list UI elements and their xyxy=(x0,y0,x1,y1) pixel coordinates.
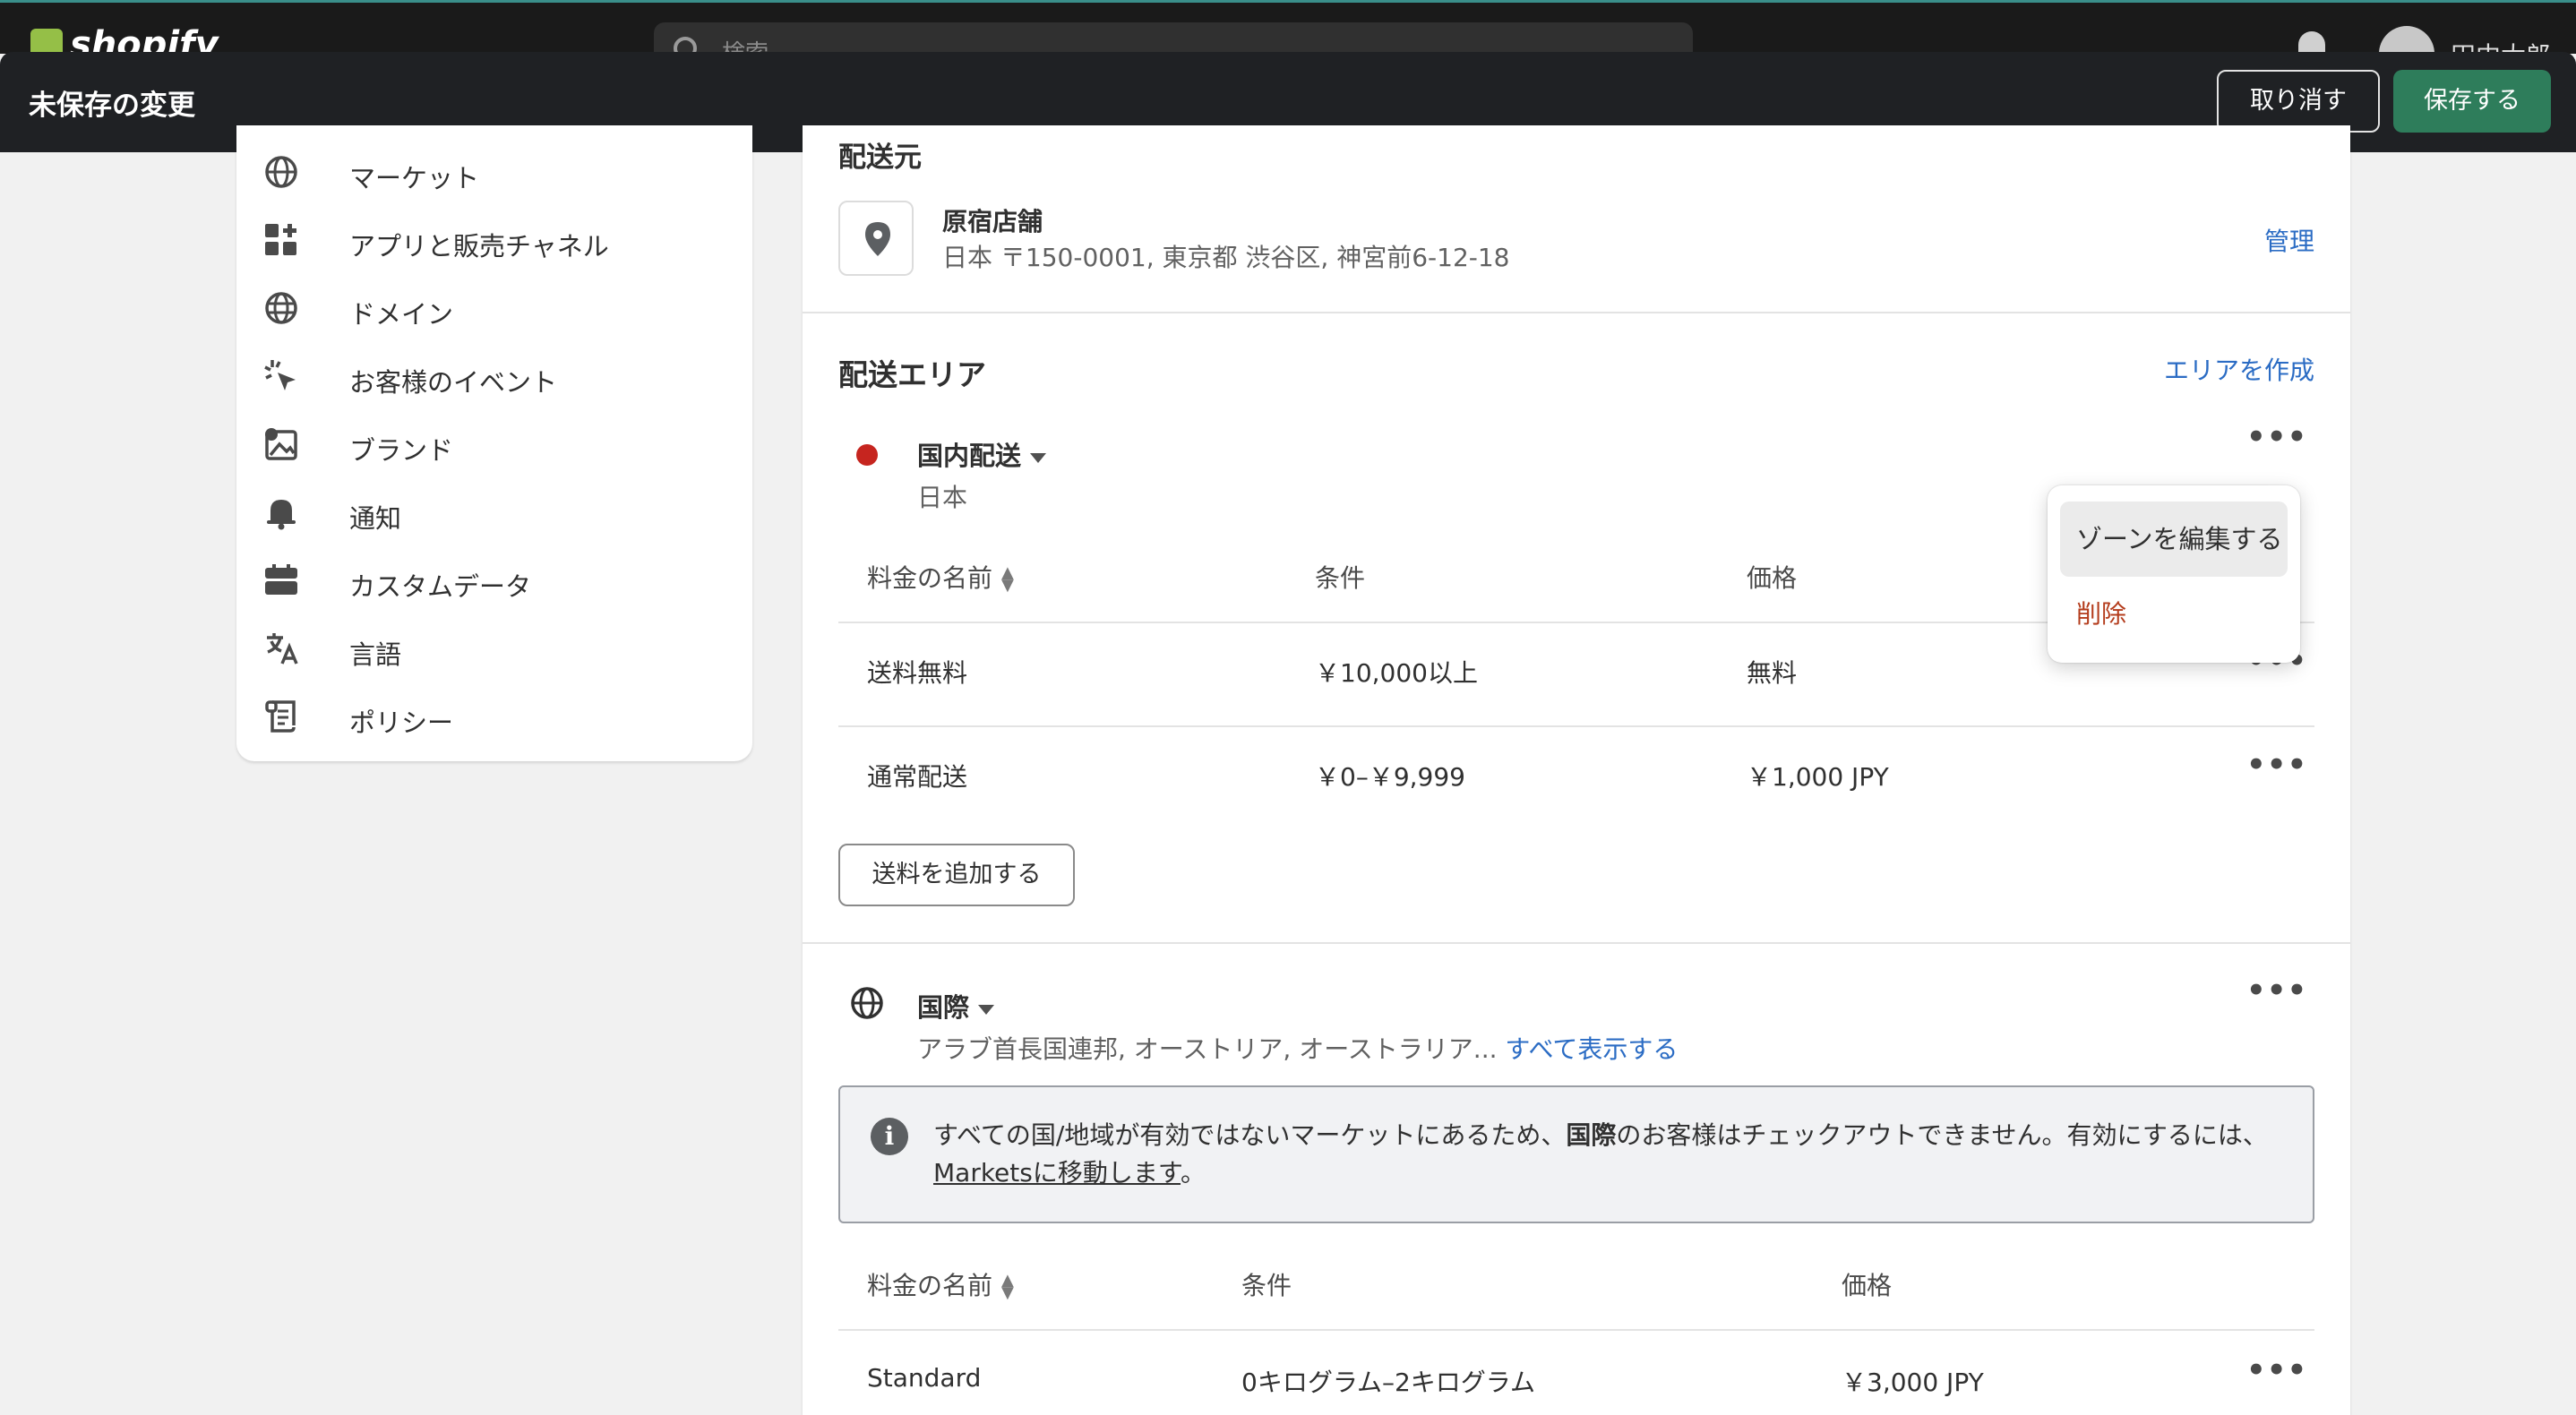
column-header-price: 価格 xyxy=(1842,1271,1893,1300)
rate-name: Standard xyxy=(867,1363,982,1393)
zone-name-text: 国内配送 xyxy=(917,441,1022,471)
policy-icon xyxy=(265,700,296,733)
rate-more-actions-button[interactable]: ••• xyxy=(2246,747,2307,783)
rate-name: 通常配送 xyxy=(867,762,968,792)
sidebar-item-markets[interactable]: マーケット xyxy=(263,150,729,195)
show-all-link[interactable]: すべて表示する xyxy=(1505,1034,1678,1064)
location-address: 日本 〒150-0001, 東京都 渋谷区, 神宮前6-12-18 xyxy=(942,243,1510,272)
sidebar-item-label: ブランド xyxy=(349,435,454,466)
brand-image-icon xyxy=(265,428,297,460)
divider xyxy=(803,942,2350,944)
divider xyxy=(838,725,2314,727)
banner-text-part: すべての国/地域が有効ではないマーケットにあるため、 xyxy=(933,1120,1567,1150)
zone-countries-text: アラブ首長国連邦, オーストリア, オーストラリア... xyxy=(917,1034,1498,1064)
origin-heading: 配送元 xyxy=(838,142,922,174)
sidebar-item-label: アプリと販売チャネル xyxy=(349,231,609,262)
sidebar-item-label: マーケット xyxy=(349,163,480,193)
sidebar-item-languages[interactable]: 言語 xyxy=(263,627,729,672)
banner-text-part: のお客様はチェックアウトできません。有効にするには、 xyxy=(1616,1120,2268,1150)
column-header-rate-name[interactable]: 料金の名前 ▲ ▼ xyxy=(867,1266,1014,1302)
apps-icon xyxy=(265,224,296,255)
zone-countries: 日本 xyxy=(917,483,968,512)
chevron-down-icon xyxy=(1030,452,1047,463)
column-header-label: 料金の名前 xyxy=(867,563,993,593)
sidebar-item-domains[interactable]: ドメイン xyxy=(263,287,729,331)
globe-icon xyxy=(265,156,297,188)
unsaved-title: 未保存の変更 xyxy=(29,90,195,122)
manage-location-link[interactable]: 管理 xyxy=(2264,222,2314,258)
top-bar: shopify 検索 田中太郎 xyxy=(0,0,2576,81)
zone-name-domestic[interactable]: 国内配送 xyxy=(917,435,1047,473)
shipping-profile-card: 配送元 原宿店舗 日本 〒150-0001, 東京都 渋谷区, 神宮前6-12-… xyxy=(803,125,2350,1415)
column-header-condition: 条件 xyxy=(1315,563,1366,593)
banner-text: すべての国/地域が有効ではないマーケットにあるため、国際のお客様はチェックアウト… xyxy=(933,1116,2268,1152)
bell-icon xyxy=(267,500,296,530)
sidebar-item-label: 言語 xyxy=(349,639,402,670)
sidebar-item-policies[interactable]: ポリシー xyxy=(263,695,729,740)
sidebar-item-brand[interactable]: ブランド xyxy=(263,423,729,467)
delete-zone-menu-item[interactable]: 削除 xyxy=(2076,595,2126,630)
banner-text-part: 。 xyxy=(1181,1158,1206,1188)
sidebar-item-label: 通知 xyxy=(349,503,402,534)
settings-sidebar: マーケット アプリと販売チャネル ドメイン お客様のイベント ブランド 通知 カ… xyxy=(236,125,752,761)
markets-link[interactable]: Marketsに移動します xyxy=(933,1158,1181,1188)
zone-more-actions-button[interactable]: ••• xyxy=(2246,419,2307,455)
banner-text: Marketsに移動します。 xyxy=(933,1153,1206,1189)
discard-button[interactable]: 取り消す xyxy=(2217,70,2380,133)
rate-price: ￥1,000 JPY xyxy=(1747,762,1889,792)
sidebar-item-label: ドメイン xyxy=(349,299,454,330)
location-pin-icon xyxy=(838,201,914,276)
rate-condition: ￥0–￥9,999 xyxy=(1315,762,1465,792)
divider xyxy=(838,1329,2314,1331)
translate-icon xyxy=(267,633,298,665)
info-icon: i xyxy=(871,1118,908,1155)
rate-price: ￥3,000 JPY xyxy=(1842,1368,1984,1397)
sidebar-item-label: カスタムデータ xyxy=(349,571,532,602)
rate-condition: ￥10,000以上 xyxy=(1315,658,1478,688)
domain-globe-icon xyxy=(265,292,297,324)
column-header-price: 価格 xyxy=(1747,563,1798,593)
zone-name-international[interactable]: 国際 xyxy=(917,987,995,1025)
zone-more-actions-button[interactable]: ••• xyxy=(2246,973,2307,1008)
sparkle-cursor-icon xyxy=(264,360,296,390)
sidebar-item-custom-data[interactable]: カスタムデータ xyxy=(263,559,729,604)
sidebar-item-customer-events[interactable]: お客様のイベント xyxy=(263,355,729,399)
rate-condition: 0キログラム–2キログラム xyxy=(1241,1368,1535,1397)
column-header-label: 料金の名前 xyxy=(867,1271,993,1300)
rate-name: 送料無料 xyxy=(867,658,968,688)
zone-actions-popover: ゾーンを編集する 削除 xyxy=(2048,485,2300,663)
shipping-zones-heading: 配送エリア xyxy=(838,357,986,392)
zone-name-text: 国際 xyxy=(917,992,970,1023)
sidebar-item-label: ポリシー xyxy=(349,708,454,738)
zone-countries: アラブ首長国連邦, オーストリア, オーストラリア... すべて表示する xyxy=(917,1030,1678,1066)
sidebar-item-apps[interactable]: アプリと販売チャネル xyxy=(263,219,729,263)
sidebar-item-notifications[interactable]: 通知 xyxy=(263,491,729,536)
save-button[interactable]: 保存する xyxy=(2393,70,2551,133)
markets-info-banner: i すべての国/地域が有効ではないマーケットにあるため、国際のお客様はチェックア… xyxy=(838,1085,2314,1223)
sort-icon: ▲ ▼ xyxy=(1001,563,1014,595)
sidebar-item-label: お客様のイベント xyxy=(349,367,558,398)
zone-status-dot xyxy=(856,444,878,466)
sort-icon: ▲ ▼ xyxy=(1001,1271,1014,1302)
globe-icon xyxy=(851,987,883,1019)
column-header-rate-name[interactable]: 料金の名前 ▲ ▼ xyxy=(867,559,1014,595)
rate-more-actions-button[interactable]: ••• xyxy=(2246,1352,2307,1388)
location-name: 原宿店舗 xyxy=(942,207,1043,236)
divider xyxy=(803,312,2350,313)
chevron-down-icon xyxy=(978,1004,995,1015)
rate-price: 無料 xyxy=(1747,658,1798,688)
edit-zone-menu-item[interactable]: ゾーンを編集する xyxy=(2060,502,2288,577)
create-zone-link[interactable]: エリアを作成 xyxy=(2164,351,2314,387)
custom-data-icon xyxy=(265,564,297,595)
banner-text-bold: 国際 xyxy=(1566,1120,1617,1150)
column-header-condition: 条件 xyxy=(1241,1271,1292,1300)
add-rate-button[interactable]: 送料を追加する xyxy=(838,844,1075,906)
